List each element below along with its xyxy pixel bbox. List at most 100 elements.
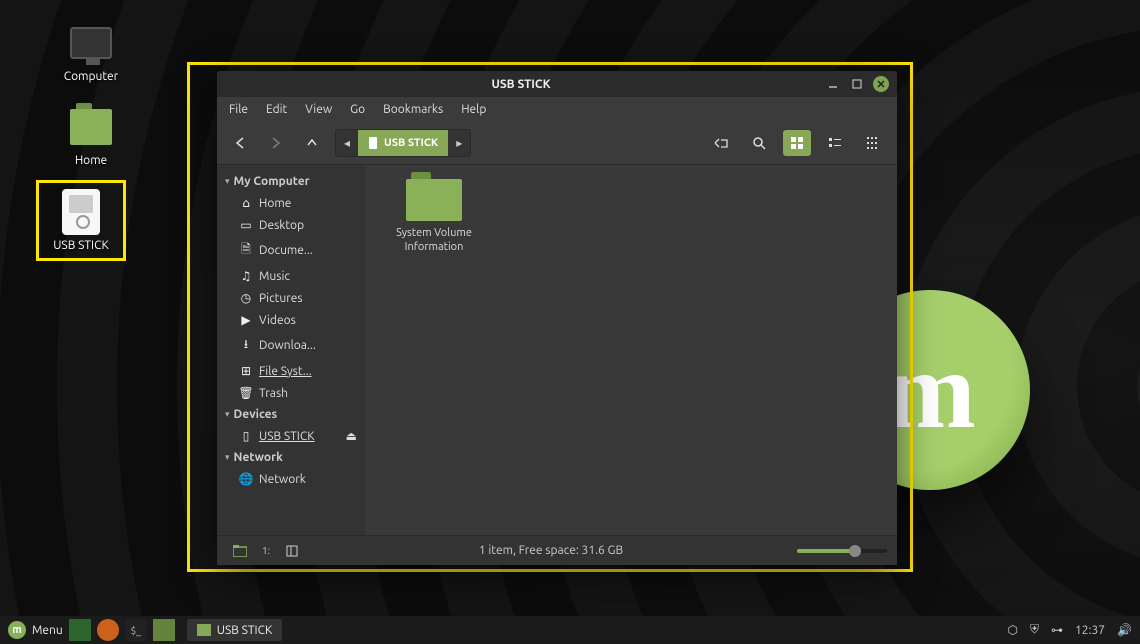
sidebar-item-documents[interactable]: 🗎Docume... — [217, 236, 365, 265]
path-prev-button[interactable]: ◂ — [336, 136, 358, 150]
taskbar: m Menu $_ USB STICK ⬡ ⛨ ⊶ 12:37 🔊 — [0, 616, 1140, 644]
menu-go[interactable]: Go — [350, 103, 365, 116]
menu-file[interactable]: File — [229, 103, 248, 116]
nav-up-button[interactable] — [299, 130, 325, 156]
zoom-slider[interactable] — [797, 549, 887, 553]
sidebar-item-desktop[interactable]: ▭Desktop — [217, 214, 365, 236]
sidebar-item-home[interactable]: ⌂Home — [217, 192, 365, 214]
arrow-right-icon — [269, 136, 283, 150]
minimize-icon — [828, 79, 838, 89]
tray-network-icon[interactable]: ⊶ — [1051, 623, 1063, 637]
toolbar: ◂ USB STICK ▸ — [217, 121, 897, 165]
sidebar-item-videos[interactable]: ▶Videos — [217, 309, 365, 331]
usb-drive-icon — [58, 189, 104, 235]
arrow-left-icon — [233, 136, 247, 150]
home-icon: ⌂ — [239, 196, 253, 210]
desktop-icon-label: Home — [46, 154, 136, 167]
system-tray: ⬡ ⛨ ⊶ 12:37 🔊 — [1008, 623, 1132, 637]
tray-update-icon[interactable]: ⬡ — [1008, 623, 1018, 637]
path-crumb-current[interactable]: USB STICK — [358, 130, 448, 156]
path-crumb-label: USB STICK — [384, 137, 438, 149]
eject-button[interactable]: ⏏ — [346, 429, 357, 443]
desktop-icon-label: Computer — [46, 70, 136, 83]
zoom-fill — [797, 549, 851, 553]
download-icon: ⭳ — [239, 335, 253, 356]
search-button[interactable] — [745, 130, 773, 156]
treeview-toggle-button[interactable]: 1: — [253, 540, 279, 562]
sidebar-item-usb-stick[interactable]: ▯ USB STICK ⏏ — [217, 425, 365, 447]
video-icon: ▶ — [239, 313, 253, 327]
document-icon: 🗎 — [239, 240, 253, 261]
folder-system-volume-information[interactable]: System Volume Information — [379, 179, 489, 255]
tray-clock[interactable]: 12:37 — [1075, 624, 1105, 637]
places-icon — [233, 545, 247, 557]
close-button[interactable] — [873, 76, 889, 92]
view-list-button[interactable] — [821, 130, 849, 156]
computer-icon — [68, 20, 114, 66]
sidebar-item-network[interactable]: 🌐Network — [217, 468, 365, 490]
start-menu-button[interactable]: m Menu — [8, 621, 63, 639]
file-pane[interactable]: System Volume Information — [365, 165, 897, 535]
firefox-launcher[interactable] — [97, 619, 119, 641]
start-menu-label: Menu — [32, 624, 63, 637]
close-sidebar-button[interactable] — [279, 540, 305, 562]
camera-icon: ◷ — [239, 291, 253, 305]
tray-volume-icon[interactable]: 🔊 — [1117, 623, 1132, 637]
places-toggle-button[interactable] — [227, 540, 253, 562]
sidebar-item-downloads[interactable]: ⭳Downloa... — [217, 331, 365, 360]
sidebar-section-my-computer[interactable]: My Computer — [217, 171, 365, 192]
mint-logo-icon: m — [8, 621, 26, 639]
window-title: USB STICK — [225, 78, 817, 91]
folder-home-icon — [68, 104, 114, 150]
files-launcher[interactable] — [153, 619, 175, 641]
folder-icon — [197, 624, 211, 636]
desktop-icon-home[interactable]: Home — [46, 104, 136, 167]
taskbar-entry-label: USB STICK — [217, 624, 273, 637]
usb-drive-icon: ▯ — [239, 429, 253, 443]
sidebar-section-network[interactable]: Network — [217, 447, 365, 468]
zoom-knob[interactable] — [849, 545, 861, 557]
menu-help[interactable]: Help — [461, 103, 486, 116]
view-icons-button[interactable] — [783, 130, 811, 156]
usb-drive-icon — [368, 136, 378, 150]
arrow-up-icon — [305, 136, 319, 150]
folder-label: System Volume Information — [379, 227, 489, 255]
minimize-button[interactable] — [825, 76, 841, 92]
menu-edit[interactable]: Edit — [266, 103, 287, 116]
sidebar-close-icon — [286, 545, 298, 557]
sidebar-item-music[interactable]: ♫Music — [217, 265, 365, 287]
menu-bookmarks[interactable]: Bookmarks — [383, 103, 443, 116]
tray-shield-icon[interactable]: ⛨ — [1030, 623, 1039, 637]
view-compact-button[interactable] — [859, 130, 887, 156]
statusbar: 1: 1 item, Free space: 31.6 GB — [217, 535, 897, 565]
maximize-button[interactable] — [849, 76, 865, 92]
desktop-icon-label: USB STICK — [39, 239, 123, 252]
show-desktop-button[interactable] — [69, 619, 91, 641]
menu-view[interactable]: View — [305, 103, 332, 116]
maximize-icon — [852, 79, 862, 89]
sidebar-item-pictures[interactable]: ◷Pictures — [217, 287, 365, 309]
search-icon — [752, 136, 766, 150]
compact-icon — [866, 136, 880, 150]
status-text: 1 item, Free space: 31.6 GB — [305, 544, 797, 557]
location-toggle-icon — [713, 136, 729, 150]
desktop-icon-usb[interactable]: USB STICK — [36, 180, 126, 261]
sidebar-item-trash[interactable]: 🗑Trash — [217, 382, 365, 404]
sidebar-section-devices[interactable]: Devices — [217, 404, 365, 425]
terminal-launcher[interactable]: $_ — [125, 619, 147, 641]
drive-icon: ⊞ — [239, 364, 253, 378]
nav-forward-button[interactable] — [263, 130, 289, 156]
grid-icon — [790, 136, 804, 150]
path-next-button[interactable]: ▸ — [448, 136, 470, 150]
toggle-location-button[interactable] — [707, 130, 735, 156]
titlebar[interactable]: USB STICK — [217, 71, 897, 97]
menubar: File Edit View Go Bookmarks Help — [217, 97, 897, 121]
close-icon — [877, 80, 885, 88]
desktop-icon-computer[interactable]: Computer — [46, 20, 136, 83]
sidebar: My Computer ⌂Home ▭Desktop 🗎Docume... ♫M… — [217, 165, 365, 535]
globe-icon: 🌐 — [239, 472, 253, 486]
taskbar-entry-usb-stick[interactable]: USB STICK — [187, 619, 283, 641]
sidebar-item-filesystem[interactable]: ⊞File Syst... — [217, 360, 365, 382]
nav-back-button[interactable] — [227, 130, 253, 156]
music-icon: ♫ — [239, 269, 253, 283]
